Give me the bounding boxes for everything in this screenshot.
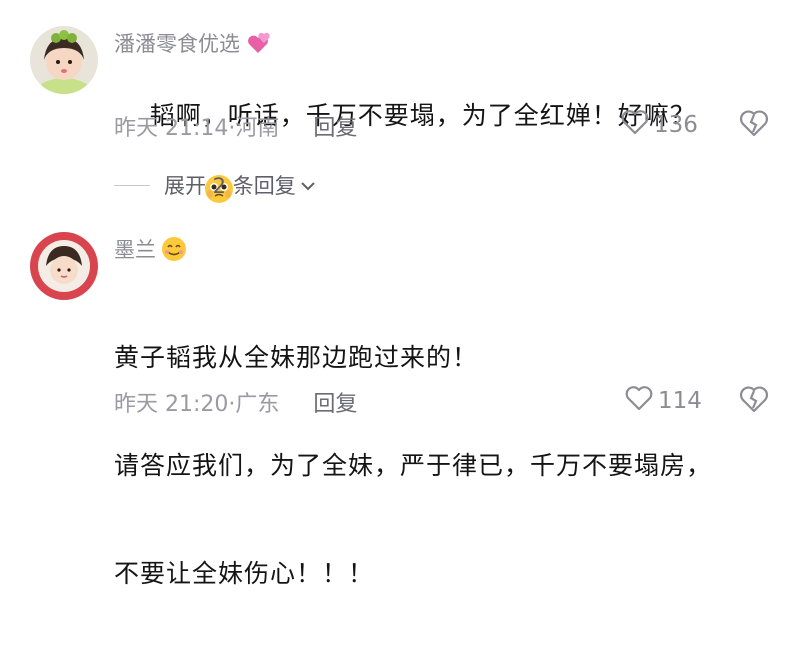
dislike-button[interactable] bbox=[738, 108, 770, 142]
comment-meta: 昨天 21:20·广东 回复 bbox=[114, 386, 357, 418]
avatar[interactable] bbox=[30, 232, 98, 300]
username[interactable]: 潘潘零食优选 bbox=[114, 28, 272, 58]
hearts-icon bbox=[244, 29, 272, 57]
like-count: 114 bbox=[658, 388, 702, 414]
heart-icon bbox=[620, 108, 650, 142]
timestamp-location: 昨天 21:14·河南 bbox=[114, 116, 280, 141]
username[interactable]: 墨兰 bbox=[114, 234, 188, 264]
reply-button[interactable]: 回复 bbox=[313, 110, 357, 142]
like-button[interactable]: 114 bbox=[624, 384, 702, 418]
broken-heart-icon bbox=[738, 386, 770, 418]
heart-icon bbox=[624, 384, 654, 418]
expand-replies-button[interactable]: 展开 2 条回复 bbox=[114, 170, 316, 200]
divider bbox=[114, 184, 150, 186]
comment-meta: 昨天 21:14·河南 回复 bbox=[114, 110, 357, 142]
avatar[interactable] bbox=[30, 26, 98, 94]
expand-replies-label: 展开 2 条回复 bbox=[164, 174, 296, 198]
like-count: 136 bbox=[654, 112, 698, 138]
comment-text: 黄子韬我从全妹那边跑过来的！ 请答应我们，为了全妹，严于律已，千万不要塌房， 不… bbox=[114, 343, 713, 588]
chevron-down-icon bbox=[300, 173, 316, 197]
reply-button[interactable]: 回复 bbox=[313, 386, 357, 418]
smile-icon bbox=[160, 235, 188, 263]
dislike-button[interactable] bbox=[738, 384, 770, 418]
like-button[interactable]: 136 bbox=[620, 108, 698, 142]
broken-heart-icon bbox=[738, 110, 770, 142]
timestamp-location: 昨天 21:20·广东 bbox=[114, 392, 280, 417]
